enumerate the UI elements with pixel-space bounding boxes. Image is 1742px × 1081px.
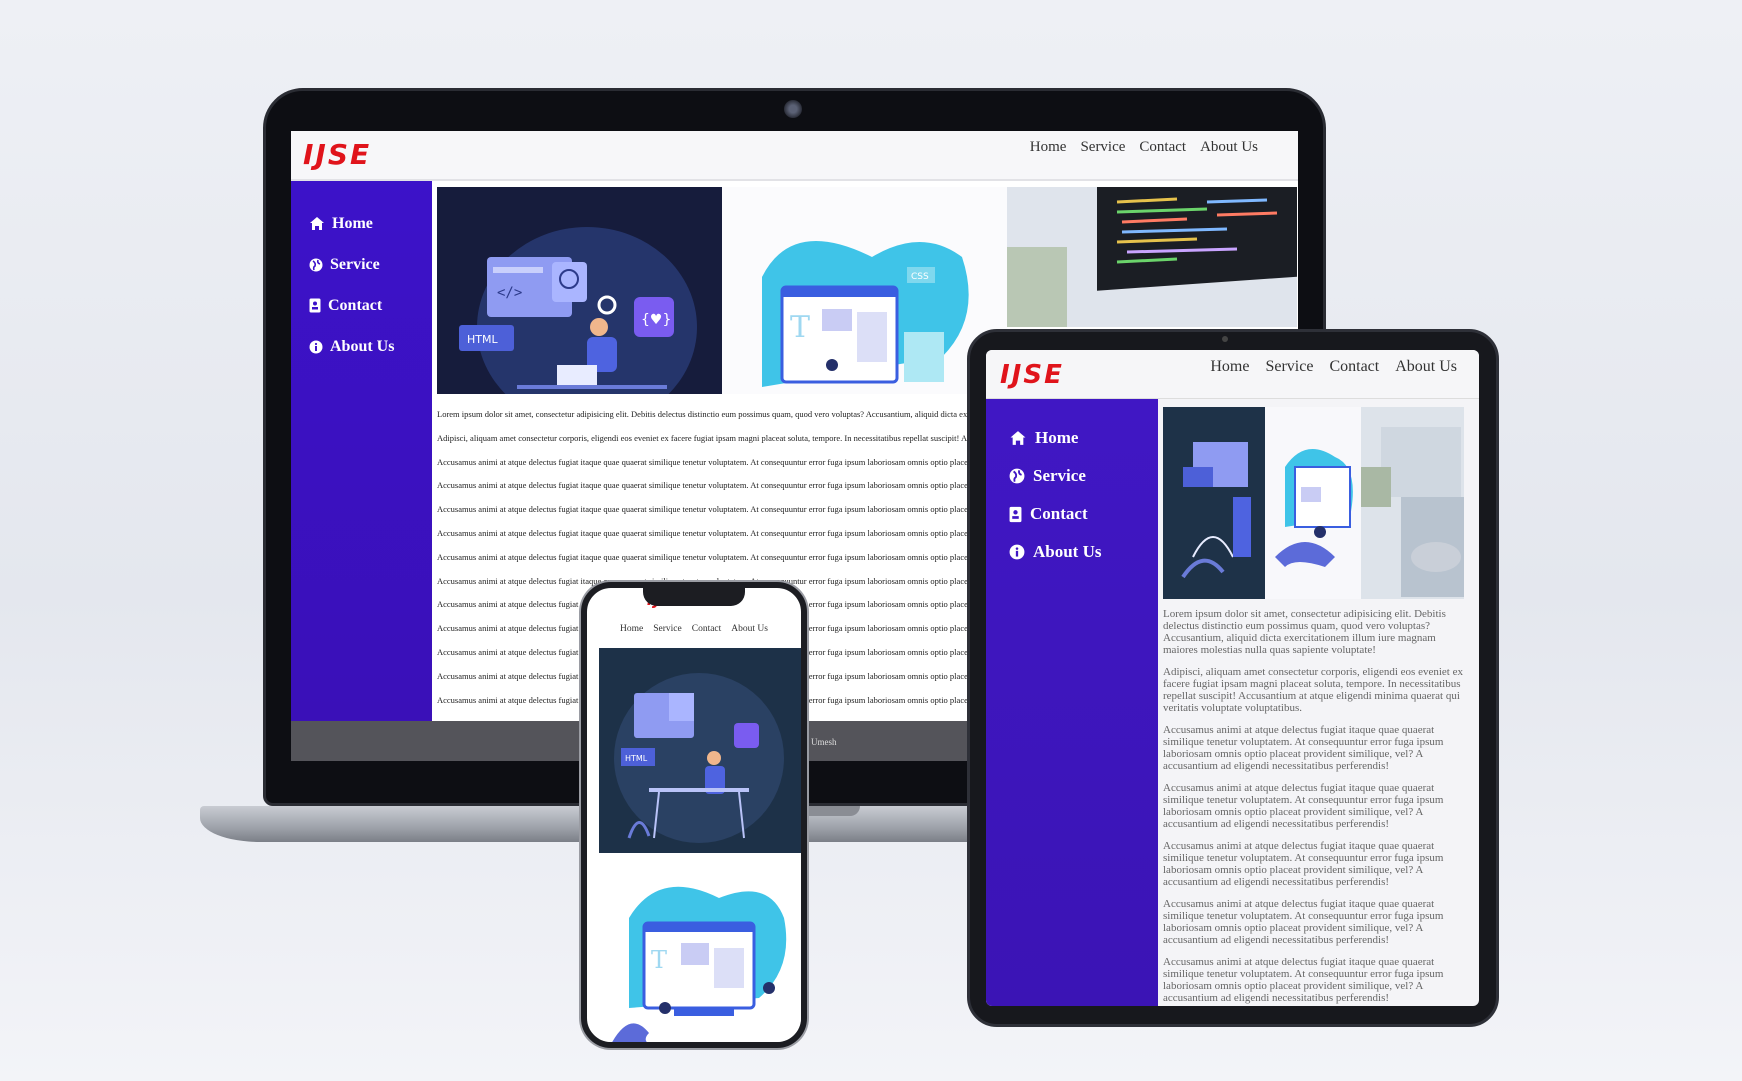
web-design-illustration: [1265, 407, 1361, 599]
svg-text:T: T: [790, 310, 810, 345]
nav-contact-link[interactable]: Contact: [692, 624, 722, 634]
paragraph: Lorem ipsum dolor sit amet, consectetur …: [437, 409, 967, 419]
svg-text:HTML: HTML: [625, 754, 648, 763]
sidebar-item-label: About Us: [1033, 542, 1102, 561]
nav-home-link[interactable]: Home: [620, 624, 643, 634]
contact-card-icon: [309, 298, 321, 313]
paragraph: Accusamus animi at atque delectus fugiat…: [1163, 840, 1444, 888]
tablet-camera: [1222, 336, 1228, 342]
nav-contact-link[interactable]: Contact: [1139, 139, 1186, 156]
sidebar-item-contact[interactable]: Contact: [309, 285, 432, 326]
home-icon: [1010, 431, 1026, 445]
paragraph: Accusamus animi at atque delectus fugiat…: [437, 480, 967, 491]
info-icon: [1009, 544, 1025, 560]
top-nav: Home Service Contact About Us: [1030, 139, 1258, 156]
paragraph: Accusamus animi at atque delectus fugiat…: [437, 456, 967, 467]
svg-text:</>: </>: [497, 285, 522, 301]
content-text: Lorem ipsum dolor sit amet, consectetur …: [1163, 608, 1471, 1006]
sidebar-item-service[interactable]: Service: [309, 244, 432, 285]
nav-service-link[interactable]: Service: [653, 624, 682, 634]
top-nav: Home Service Contact About Us: [1210, 358, 1457, 376]
globe-icon: [309, 258, 323, 271]
site-header: IJSE Home Service Contact About Us: [986, 350, 1479, 399]
paragraph: Accusamus animi at atque delectus fugiat…: [1163, 898, 1444, 946]
sidebar-item-home[interactable]: Home: [309, 203, 432, 244]
top-nav: Home Service Contact About Us: [587, 624, 801, 634]
home-icon: [310, 217, 324, 230]
nav-home-link[interactable]: Home: [1030, 139, 1067, 156]
developer-illustration: HTML: [599, 648, 801, 853]
paragraph: Accusamus animi at atque delectus fugiat…: [1163, 724, 1444, 772]
paragraph: Adipisci, aliquam amet consectetur corpo…: [1163, 666, 1463, 714]
web-design-illustration: T CSS: [722, 187, 1007, 394]
phone-device: IJSE Home Service Contact About Us HTML …: [581, 582, 807, 1048]
sidebar-item-label: Contact: [1030, 504, 1088, 523]
sidebar: Home Service Contact About Us: [986, 399, 1158, 1006]
nav-about-link[interactable]: About Us: [1395, 358, 1457, 376]
paragraph: Lorem ipsum dolor sit amet, consectetur …: [1163, 608, 1446, 656]
info-icon: [309, 340, 323, 353]
developer-illustration: [1163, 407, 1265, 599]
sidebar-item-label: Service: [1033, 466, 1086, 485]
sidebar-item-about[interactable]: About Us: [1009, 533, 1158, 571]
laptop-user-photo: [1361, 407, 1464, 599]
footer-text: Umesh: [811, 737, 837, 747]
nav-contact-link[interactable]: Contact: [1329, 358, 1379, 376]
sidebar-item-service[interactable]: Service: [1009, 457, 1158, 495]
contact-card-icon: [1009, 506, 1022, 522]
nav-service-link[interactable]: Service: [1265, 358, 1313, 376]
site-logo[interactable]: IJSE: [1000, 362, 1064, 388]
sidebar-item-label: Home: [1035, 428, 1079, 447]
svg-text:HTML: HTML: [467, 333, 498, 346]
globe-icon: [1009, 468, 1025, 484]
sidebar-item-contact[interactable]: Contact: [1009, 495, 1158, 533]
paragraph: Accusamus animi at atque delectus fugiat…: [1163, 782, 1444, 830]
sidebar-item-label: Service: [330, 255, 380, 273]
paragraph: Accusamus animi at atque delectus fugiat…: [1163, 956, 1444, 1004]
nav-about-link[interactable]: About Us: [731, 624, 768, 634]
developer-illustration: </> HTML {♥}: [437, 187, 725, 394]
paragraph: Accusamus animi at atque delectus fugiat…: [437, 504, 967, 515]
sidebar: Home Service Contact About Us: [291, 181, 432, 721]
sidebar-item-home[interactable]: Home: [1009, 419, 1158, 457]
paragraph: Adipisci, aliquam amet consectetur corpo…: [437, 432, 967, 443]
nav-about-link[interactable]: About Us: [1200, 139, 1258, 156]
sidebar-item-label: Home: [332, 214, 373, 232]
web-design-illustration: T: [599, 858, 801, 1042]
site-logo[interactable]: IJSE: [303, 141, 371, 169]
nav-service-link[interactable]: Service: [1080, 139, 1125, 156]
svg-text:CSS: CSS: [911, 272, 929, 282]
code-monitor-photo: [1007, 187, 1297, 327]
nav-home-link[interactable]: Home: [1210, 358, 1249, 376]
svg-text:{♥}: {♥}: [641, 312, 671, 328]
tablet-screen: IJSE Home Service Contact About Us Home …: [986, 350, 1479, 1006]
laptop-camera: [784, 100, 802, 118]
sidebar-item-label: About Us: [330, 337, 395, 355]
sidebar-item-about[interactable]: About Us: [309, 326, 432, 367]
phone-notch: [643, 588, 745, 606]
site-header: IJSE Home Service Contact About Us: [291, 131, 1298, 181]
sidebar-item-label: Contact: [328, 296, 383, 314]
paragraph: Accusamus animi at atque delectus fugiat…: [437, 551, 967, 562]
svg-text:T: T: [651, 946, 667, 974]
paragraph: Accusamus animi at atque delectus fugiat…: [437, 527, 967, 538]
